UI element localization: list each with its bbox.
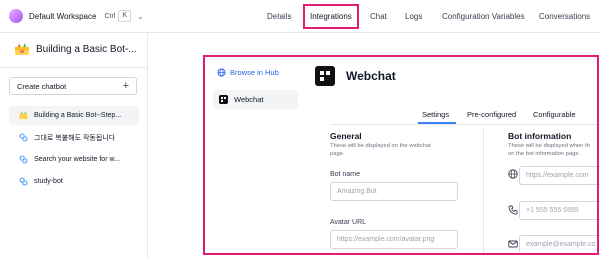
bot-list-item-label: Search your website for w... xyxy=(34,156,120,163)
chevron-down-icon[interactable]: ⌄ xyxy=(137,12,144,21)
top-bar: Default Workspace Ctrl K ⌄ Details Integ… xyxy=(0,0,600,33)
bot-list-item[interactable]: Search your website for w... xyxy=(9,150,139,169)
tab-chat[interactable]: Chat xyxy=(370,12,387,21)
integration-panel-highlight xyxy=(203,55,599,255)
workspace-name: Default Workspace xyxy=(29,11,97,21)
link-icon xyxy=(19,177,28,186)
divider xyxy=(0,67,148,68)
tab-configuration-variables[interactable]: Configuration Variables xyxy=(442,12,525,21)
bot-list-item[interactable]: study-bot xyxy=(9,172,139,191)
shortcut-key: K xyxy=(118,10,131,22)
sidebar: Building a Basic Bot-... Create chatbot … xyxy=(0,33,148,258)
bot-emoji-icon xyxy=(15,43,29,55)
bot-list-item[interactable]: Building a Basic Bot--Step... xyxy=(9,106,139,125)
bot-list-item-label: study-bot xyxy=(34,178,63,185)
workspace-switcher[interactable]: Default Workspace Ctrl K ⌄ xyxy=(9,9,144,23)
bot-header[interactable]: Building a Basic Bot-... xyxy=(14,42,137,56)
workspace-avatar xyxy=(9,9,23,23)
integrations-highlight xyxy=(303,4,359,29)
tab-logs[interactable]: Logs xyxy=(405,12,422,21)
shortcut-hint: Ctrl K xyxy=(104,10,131,22)
create-chatbot-label: Create chatbot xyxy=(17,81,67,91)
plus-icon: + xyxy=(122,80,129,92)
bot-title: Building a Basic Bot-... xyxy=(36,43,137,55)
bot-list-item[interactable]: 그대로 복붙해도 작동됩니다 xyxy=(9,128,139,147)
tab-details[interactable]: Details xyxy=(267,12,291,21)
tab-conversations[interactable]: Conversations xyxy=(539,12,590,21)
shortcut-mod: Ctrl xyxy=(104,12,116,20)
link-icon xyxy=(19,155,28,164)
link-icon xyxy=(19,133,28,142)
bot-list-item-label: Building a Basic Bot--Step... xyxy=(34,112,122,119)
bot-emoji-icon xyxy=(19,111,28,120)
create-chatbot-button[interactable]: Create chatbot + xyxy=(9,77,137,95)
bot-list-item-label: 그대로 복붙해도 작동됩니다 xyxy=(34,134,116,142)
